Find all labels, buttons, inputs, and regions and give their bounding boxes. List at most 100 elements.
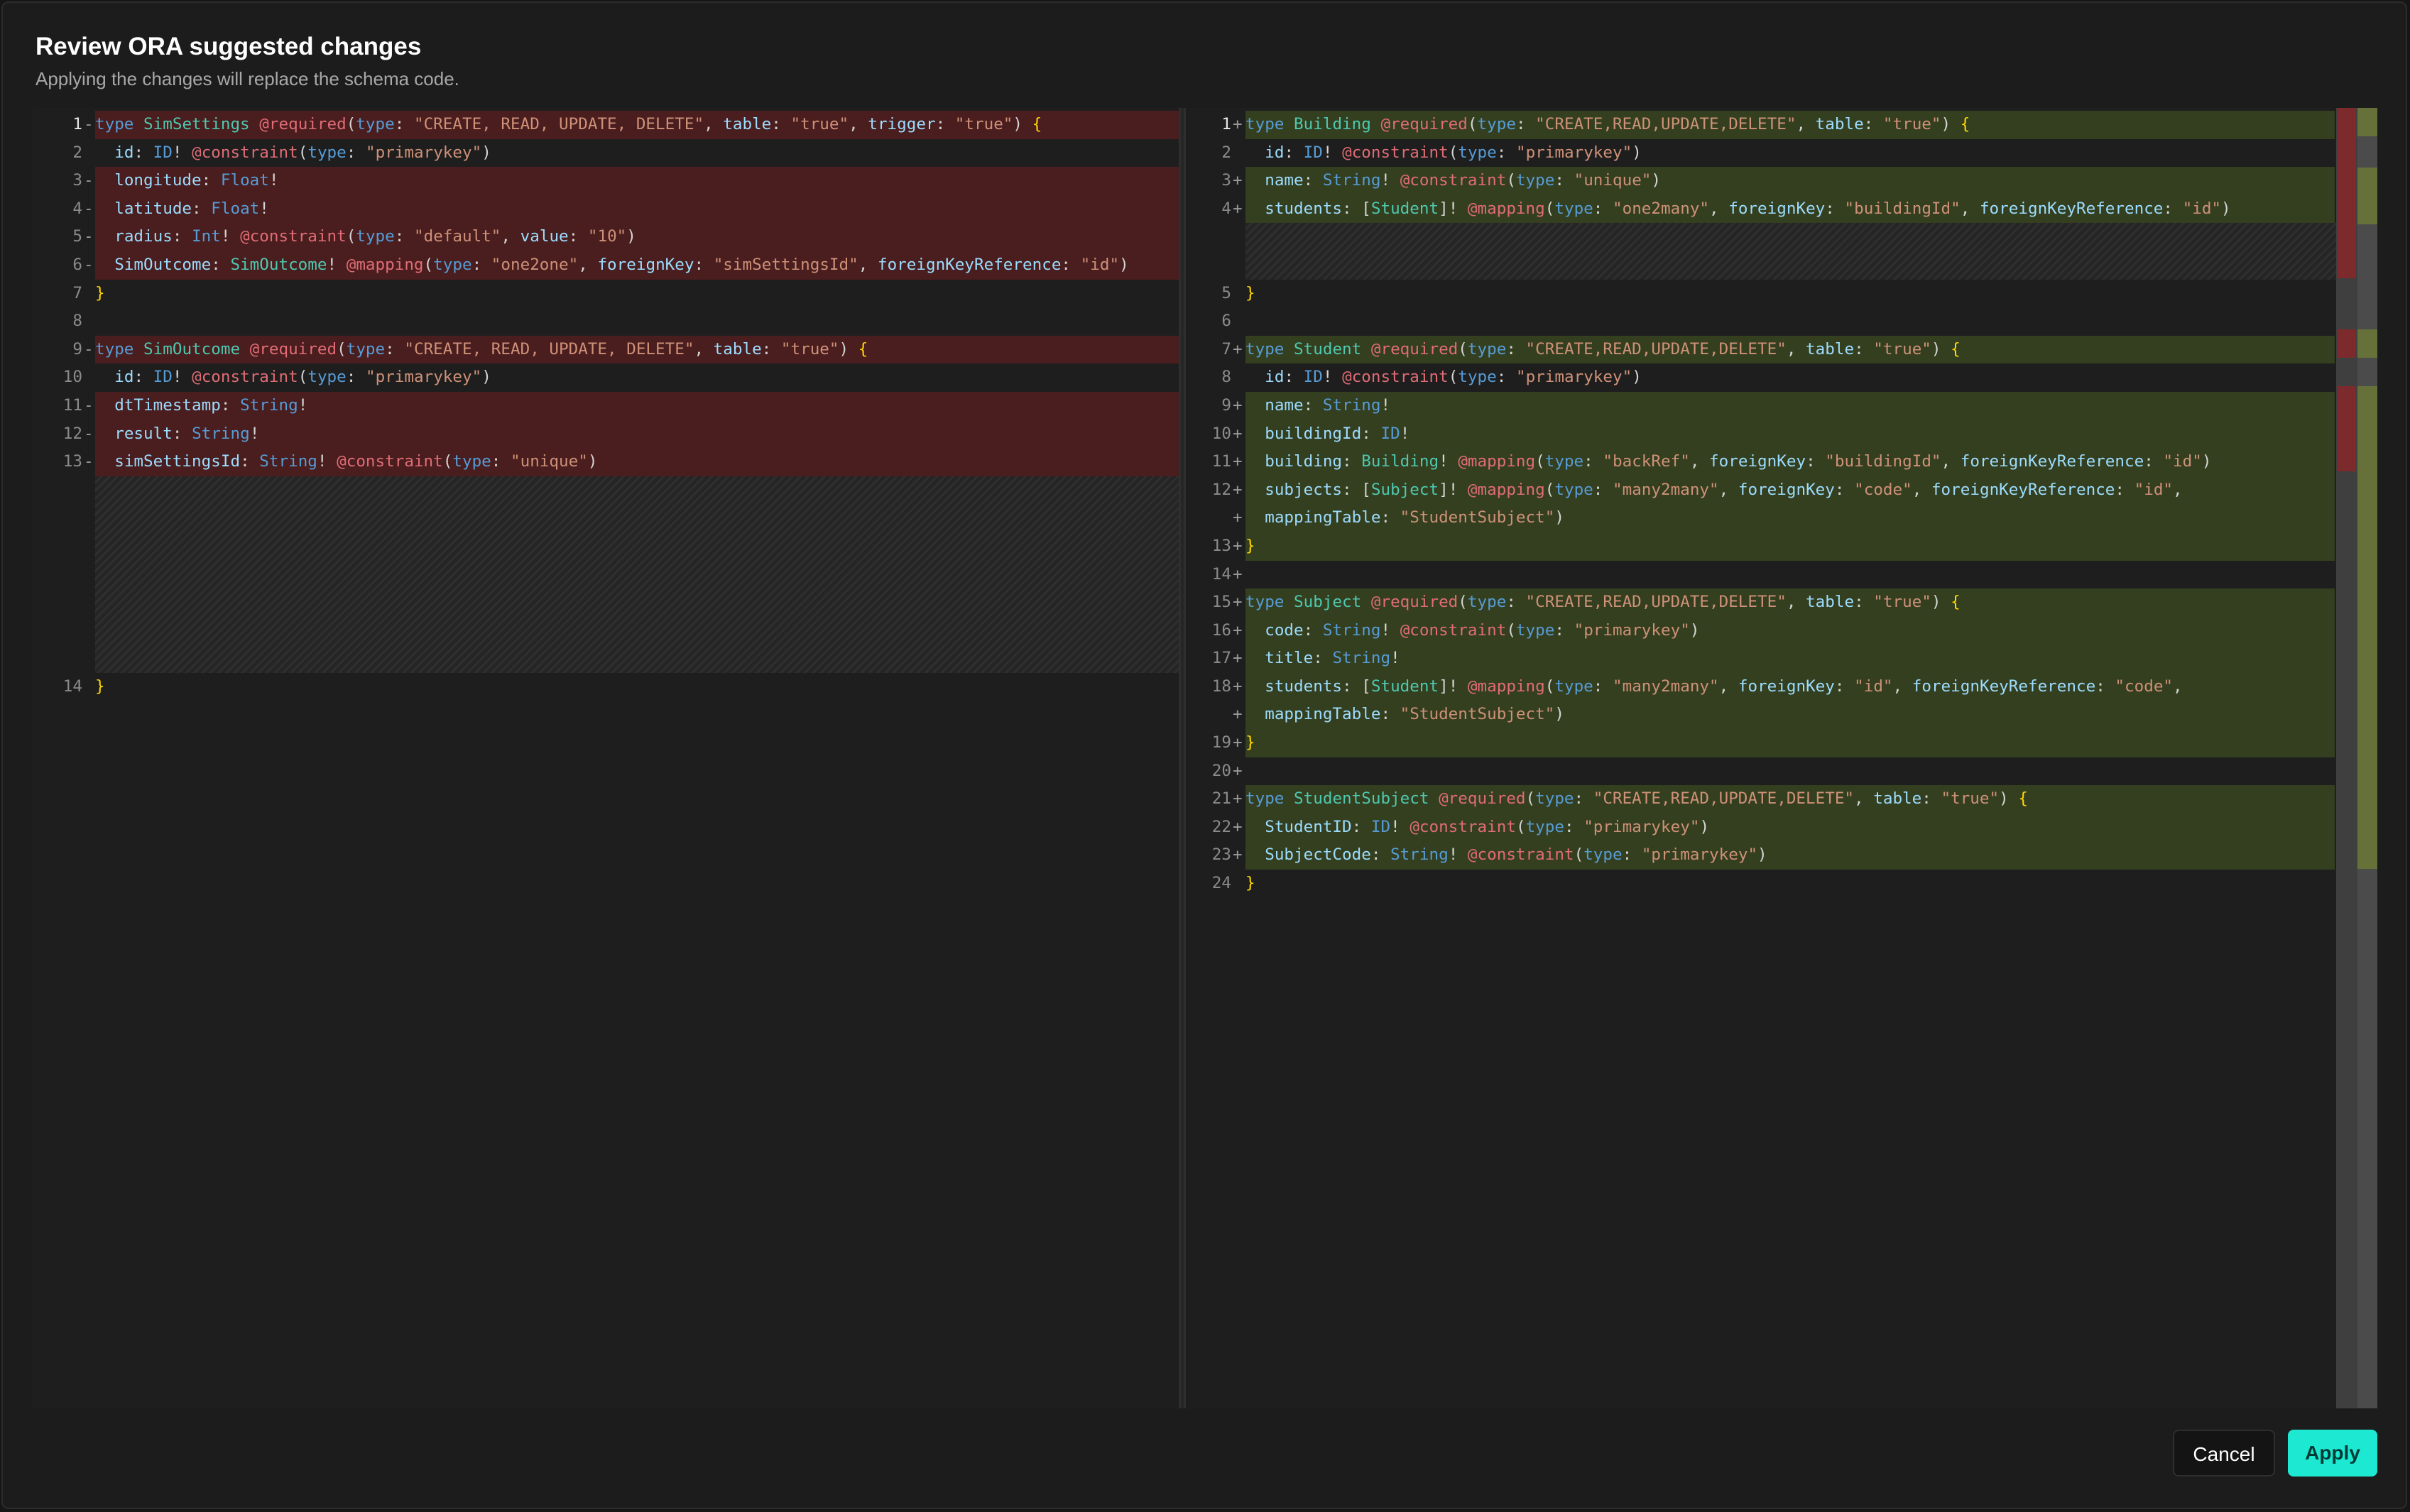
code-line[interactable]: 14 + [1187, 561, 2377, 589]
code-text: simSettingsId: String! @constraint(type:… [95, 448, 1183, 476]
removed-line-marker: - [84, 171, 94, 190]
code-line[interactable]: 24} [1187, 870, 2377, 898]
code-line[interactable]: 7 + type Student @required(type: "CREATE,R… [1187, 335, 2377, 364]
line-number: 24 [1211, 874, 1231, 893]
code-text: dtTimestamp: String! [95, 391, 1183, 420]
overview-addition-marker [2357, 329, 2377, 358]
added-line-marker: + [1233, 761, 1243, 780]
line-number: 1 [1221, 115, 1231, 133]
removed-line-marker: - [84, 424, 94, 443]
scrollbar-track[interactable] [2336, 108, 2357, 1408]
dialog-subtitle: Applying the changes will replace the sc… [36, 68, 459, 89]
code-text: name: String! @constraint(type: "unique"… [1245, 167, 2335, 195]
code-line[interactable]: 17 + title: String! [1187, 645, 2377, 673]
added-line-marker: + [1233, 593, 1243, 612]
original-code-pane[interactable]: 1- type SimSettings @required(type: "CREA… [33, 108, 1183, 1408]
code-line[interactable]: 23 + SubjectCode: String! @constraint(typ… [1187, 841, 2377, 870]
code-line[interactable]: 3 + name: String! @constraint(type: "uniq… [1187, 167, 2377, 195]
code-line[interactable]: 13 +} [1187, 532, 2377, 561]
code-text: title: String! [1245, 645, 2335, 673]
code-text: type Student @required(type: "CREATE,REA… [1245, 335, 2335, 364]
code-line[interactable]: 7} [33, 280, 1183, 308]
removed-line-marker: - [84, 452, 94, 471]
code-line[interactable]: 13- simSettingsId: String! @constraint(t… [33, 448, 1183, 476]
overview-addition-marker [2357, 168, 2377, 224]
code-line[interactable]: 18 + students: [Student]! @mapping(type: … [1187, 672, 2377, 701]
code-line[interactable]: 15 + type Subject @required(type: "CREATE,… [1187, 588, 2377, 617]
code-line[interactable]: 8 [33, 307, 1183, 336]
code-line[interactable]: 5- radius: Int! @constraint(type: "defau… [33, 223, 1183, 251]
suggested-code: 1 + type Building @required(type: "CREATE,… [1187, 111, 2377, 898]
code-text: radius: Int! @constraint(type: "default"… [95, 223, 1183, 251]
line-number: 11 [62, 395, 82, 415]
code-line[interactable]: 6 [1187, 307, 2377, 336]
code-line[interactable]: + mappingTable: "StudentSubject") [1187, 701, 2377, 730]
added-line-marker: + [1233, 452, 1243, 471]
cancel-button[interactable]: Cancel [2173, 1430, 2275, 1477]
original-code: 1- type SimSettings @required(type: "CREA… [33, 111, 1183, 701]
line-number: 23 [1211, 845, 1231, 865]
apply-button[interactable]: Apply [2288, 1430, 2377, 1477]
overview-addition-marker [2357, 108, 2377, 136]
line-number: 10 [1211, 424, 1231, 443]
diff-overview-ruler[interactable] [2336, 108, 2377, 1408]
code-text: mappingTable: "StudentSubject") [1245, 504, 2335, 532]
line-number: 10 [62, 368, 82, 387]
code-line[interactable]: 4- latitude: Float! [33, 195, 1183, 224]
line-number: 18 [1211, 676, 1231, 696]
overview-addition-marker [2357, 386, 2377, 869]
code-text: } [1245, 532, 2335, 561]
code-line[interactable]: 3- longitude: Float! [33, 167, 1183, 195]
code-text: StudentID: ID! @constraint(type: "primar… [1245, 813, 2335, 842]
code-line[interactable]: 6- SimOutcome: SimOutcome! @mapping(type… [33, 251, 1183, 280]
added-line-marker: + [1233, 424, 1243, 443]
added-line-marker: + [1233, 395, 1243, 415]
line-number: 21 [1211, 789, 1231, 809]
line-number: 6 [72, 255, 82, 274]
code-line[interactable]: 10 id: ID! @constraint(type: "primarykey… [33, 363, 1183, 392]
code-line[interactable]: 16 + code: String! @constraint(type: "pri… [1187, 616, 2377, 645]
code-text: type Subject @required(type: "CREATE,REA… [1245, 588, 2335, 617]
code-line[interactable]: 2 id: ID! @constraint(type: "primarykey"… [33, 139, 1183, 168]
code-text: id: ID! @constraint(type: "primarykey") [1265, 143, 1642, 162]
diff-splitter[interactable] [1179, 108, 1186, 1408]
code-line[interactable]: 21 + type StudentSubject @required(type: "… [1187, 785, 2377, 813]
line-number: 12 [62, 424, 82, 443]
code-line[interactable]: 5} [1187, 280, 2377, 308]
removed-line-marker: - [84, 395, 94, 415]
line-number: 17 [1211, 649, 1231, 668]
code-line[interactable]: 19 +} [1187, 729, 2377, 757]
code-line[interactable]: 1 + type Building @required(type: "CREATE,… [1187, 111, 2377, 139]
code-line[interactable]: 14} [33, 673, 1183, 701]
code-line[interactable]: 4 + students: [Student]! @mapping(type: "… [1187, 195, 2377, 224]
line-number: 19 [1211, 733, 1231, 752]
suggested-code-pane[interactable]: 1 + type Building @required(type: "CREATE,… [1187, 108, 2377, 1408]
code-line[interactable]: 11 + building: Building! @mapping(type: "… [1187, 448, 2377, 476]
code-line[interactable]: 12- result: String! [33, 420, 1183, 449]
removed-line-marker: - [84, 199, 94, 218]
code-line[interactable]: 11- dtTimestamp: String! [33, 391, 1183, 420]
code-line[interactable]: 20 + [1187, 757, 2377, 786]
code-line[interactable]: 12 + subjects: [Subject]! @mapping(type: … [1187, 476, 2377, 505]
code-text: SubjectCode: String! @constraint(type: "… [1245, 841, 2335, 870]
code-line[interactable]: 1- type SimSettings @required(type: "CREA… [33, 111, 1183, 139]
code-text: } [1245, 283, 1255, 302]
code-text: } [95, 283, 105, 302]
code-text: id: ID! @constraint(type: "primarykey") [114, 143, 491, 162]
code-text: building: Building! @mapping(type: "back… [1245, 448, 2335, 476]
code-line[interactable]: 2 id: ID! @constraint(type: "primarykey"… [1187, 139, 2377, 168]
code-line[interactable]: 22 + StudentID: ID! @constraint(type: "pr… [1187, 813, 2377, 842]
code-line[interactable]: 9- type SimOutcome @required(type: "CREAT… [33, 335, 1183, 364]
code-text: type StudentSubject @required(type: "CRE… [1245, 785, 2335, 813]
added-line-marker: + [1233, 115, 1243, 133]
code-line[interactable]: 10 + buildingId: ID! [1187, 420, 2377, 449]
code-line[interactable]: 9 + name: String! [1187, 391, 2377, 420]
code-line[interactable]: + mappingTable: "StudentSubject") [1187, 504, 2377, 532]
line-number: 13 [1211, 536, 1231, 555]
removed-line-marker: - [84, 339, 94, 358]
line-number: 2 [1221, 143, 1231, 162]
added-line-marker: + [1233, 339, 1243, 358]
line-number: 15 [1211, 593, 1231, 612]
code-line[interactable]: 8 id: ID! @constraint(type: "primarykey"… [1187, 363, 2377, 392]
code-text: subjects: [Subject]! @mapping(type: "man… [1245, 476, 2335, 505]
